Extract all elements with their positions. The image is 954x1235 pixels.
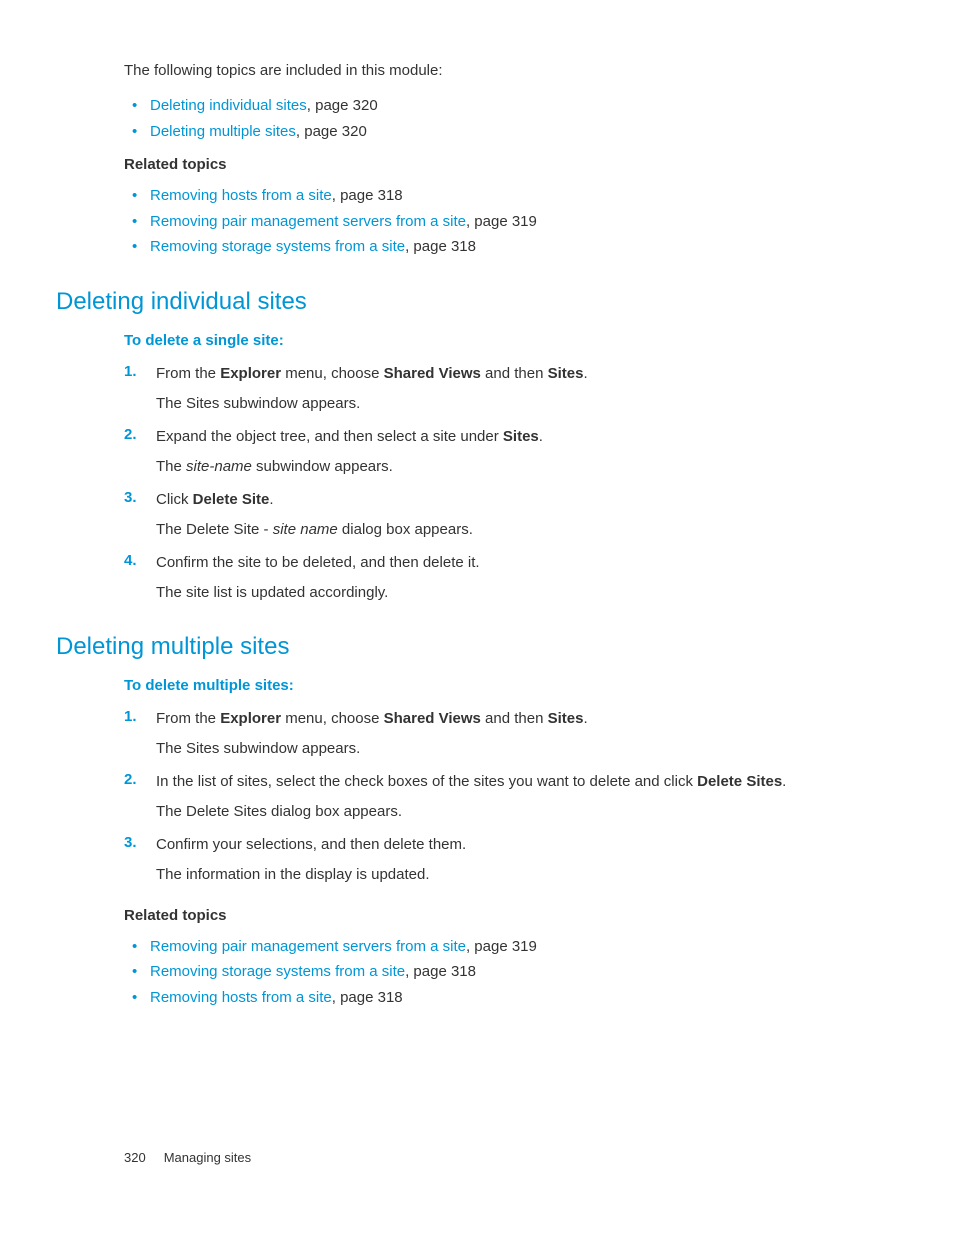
step-number: 3.	[124, 489, 137, 506]
step-result: The Sites subwindow appears.	[156, 393, 864, 416]
step-text: In the list of sites, select the check b…	[156, 771, 864, 794]
list-item: Removing storage systems from a site, pa…	[124, 959, 864, 985]
procedure-steps: 1. From the Explorer menu, choose Shared…	[124, 363, 864, 605]
list-item: Deleting individual sites, page 320	[124, 93, 864, 119]
step-item: 3. Click Delete Site. The Delete Site - …	[124, 489, 864, 542]
step-item: 4. Confirm the site to be deleted, and t…	[124, 552, 864, 605]
step-item: 3. Confirm your selections, and then del…	[124, 834, 864, 887]
list-item: Removing pair management servers from a …	[124, 934, 864, 960]
step-number: 3.	[124, 834, 137, 851]
step-result: The information in the display is update…	[156, 864, 864, 887]
step-result: The site-name subwindow appears.	[156, 456, 864, 479]
page-number: 320	[124, 1150, 146, 1165]
footer-label: Managing sites	[164, 1150, 251, 1165]
topic-link[interactable]: Deleting multiple sites	[150, 123, 296, 140]
procedure-heading: To delete a single site:	[124, 332, 864, 349]
step-number: 1.	[124, 708, 137, 725]
step-number: 2.	[124, 426, 137, 443]
step-text: Confirm your selections, and then delete…	[156, 834, 864, 857]
related-link[interactable]: Removing pair management servers from a …	[150, 213, 466, 230]
related-topics-heading: Related topics	[124, 907, 864, 924]
step-number: 4.	[124, 552, 137, 569]
list-item: Deleting multiple sites, page 320	[124, 119, 864, 145]
list-item: Removing pair management servers from a …	[124, 209, 864, 235]
step-item: 2. In the list of sites, select the chec…	[124, 771, 864, 824]
list-item: Removing hosts from a site, page 318	[124, 985, 864, 1011]
procedure-heading: To delete multiple sites:	[124, 677, 864, 694]
page-ref: , page 320	[307, 97, 378, 114]
section-heading-deleting-individual: Deleting individual sites	[56, 288, 864, 316]
step-result: The site list is updated accordingly.	[156, 582, 864, 605]
related-link[interactable]: Removing storage systems from a site	[150, 963, 405, 980]
step-result: The Delete Site - site name dialog box a…	[156, 519, 864, 542]
page-ref: , page 319	[466, 938, 537, 955]
page-footer: 320 Managing sites	[124, 1150, 251, 1165]
topic-link[interactable]: Deleting individual sites	[150, 97, 307, 114]
list-item: Removing storage systems from a site, pa…	[124, 234, 864, 260]
step-text: Click Delete Site.	[156, 489, 864, 512]
step-number: 1.	[124, 363, 137, 380]
step-text: From the Explorer menu, choose Shared Vi…	[156, 363, 864, 386]
step-item: 1. From the Explorer menu, choose Shared…	[124, 708, 864, 761]
page-ref: , page 320	[296, 123, 367, 140]
related-link[interactable]: Removing pair management servers from a …	[150, 938, 466, 955]
related-topics-list: Removing hosts from a site, page 318 Rem…	[124, 183, 864, 260]
step-text: Expand the object tree, and then select …	[156, 426, 864, 449]
related-topics-list: Removing pair management servers from a …	[124, 934, 864, 1011]
page-ref: , page 318	[405, 963, 476, 980]
related-link[interactable]: Removing storage systems from a site	[150, 238, 405, 255]
related-topics-heading: Related topics	[124, 156, 864, 173]
step-text: Confirm the site to be deleted, and then…	[156, 552, 864, 575]
procedure-steps: 1. From the Explorer menu, choose Shared…	[124, 708, 864, 887]
step-item: 2. Expand the object tree, and then sele…	[124, 426, 864, 479]
page-ref: , page 318	[332, 989, 403, 1006]
module-topics-list: Deleting individual sites, page 320 Dele…	[124, 93, 864, 144]
step-number: 2.	[124, 771, 137, 788]
intro-text: The following topics are included in thi…	[124, 62, 864, 79]
page-ref: , page 318	[332, 187, 403, 204]
step-text: From the Explorer menu, choose Shared Vi…	[156, 708, 864, 731]
related-link[interactable]: Removing hosts from a site	[150, 989, 332, 1006]
page-ref: , page 319	[466, 213, 537, 230]
section-heading-deleting-multiple: Deleting multiple sites	[56, 633, 864, 661]
page-ref: , page 318	[405, 238, 476, 255]
related-link[interactable]: Removing hosts from a site	[150, 187, 332, 204]
list-item: Removing hosts from a site, page 318	[124, 183, 864, 209]
step-item: 1. From the Explorer menu, choose Shared…	[124, 363, 864, 416]
step-result: The Delete Sites dialog box appears.	[156, 801, 864, 824]
step-result: The Sites subwindow appears.	[156, 738, 864, 761]
